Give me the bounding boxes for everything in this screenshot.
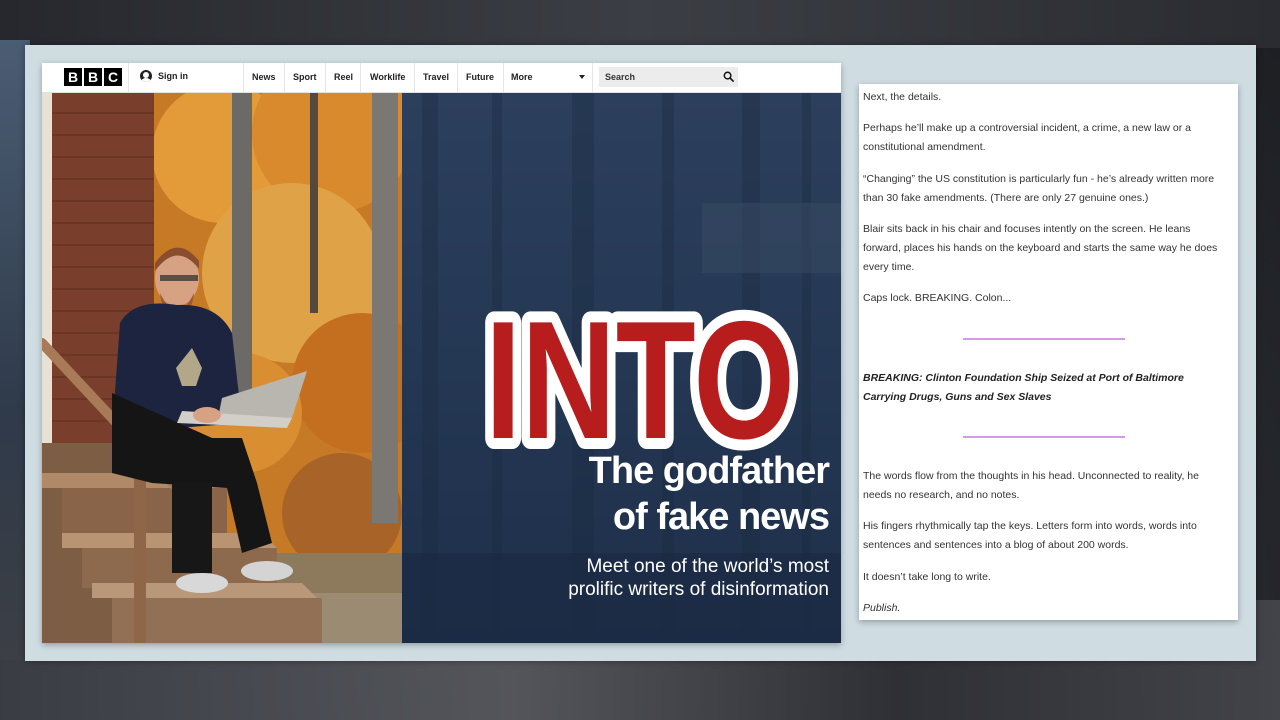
nav-separator [414,63,415,92]
article-paragraph: His fingers rhythmically tap the keys. L… [863,520,1197,551]
chevron-down-icon[interactable] [579,75,585,79]
nav-future[interactable]: Future [466,72,494,82]
article-paragraph: Next, the details. [863,91,942,103]
breaking-headline: BREAKING: Clinton Foundation Ship Seized… [863,372,1184,403]
user-icon [140,70,152,82]
bbc-logo[interactable]: B B C [64,68,122,86]
nav-separator [284,63,285,92]
article-paragraph: Publish. [863,602,901,614]
article-paragraph: It doesn’t take long to write. [863,571,991,583]
hero-subhead: Meet one of the world’s most prolific wr… [568,556,829,600]
article-paragraph: “Changing” the US constitution is partic… [863,173,1215,204]
divider [963,436,1125,438]
nav-travel[interactable]: Travel [423,72,449,82]
background-top [0,0,1280,48]
nav-reel[interactable]: Reel [334,72,353,82]
article-paragraph: Caps lock. BREAKING. Colon... [863,292,1012,304]
porch-scene-illustration [42,93,402,643]
hero-photo [42,93,402,643]
nav-separator [325,63,326,92]
nav-separator [457,63,458,92]
nav-separator [503,63,504,92]
sign-in-label: Sign in [158,71,188,81]
nav-separator [128,63,129,92]
overlay-word-fill: INTO [485,286,795,474]
article-paragraph: The words flow from the thoughts in his … [863,470,1199,501]
search-box [599,67,738,87]
nav-news[interactable]: News [252,72,276,82]
nav-worklife[interactable]: Worklife [370,72,405,82]
article-paragraph: Perhaps he’ll make up a controversial in… [863,122,1191,153]
search-icon[interactable] [723,71,734,82]
nav-more[interactable]: More [511,72,533,82]
bbc-logo-letter: C [104,68,122,86]
divider [963,338,1125,340]
overlay-word-graphic: INTO INTO [474,275,806,485]
article-panel: Next, the details. Perhaps he’ll make up… [859,84,1238,620]
sign-in-link[interactable]: Sign in [140,70,188,82]
search-input[interactable] [605,70,715,84]
bbc-navbar: B B C Sign in News Sport Reel Worklife T… [42,63,841,93]
nav-separator [592,63,593,92]
article-paragraph: Blair sits back in his chair and focuses… [863,223,1218,273]
nav-separator [360,63,361,92]
bbc-logo-letter: B [84,68,102,86]
overlay-word: INTO INTO [472,275,808,485]
nav-sport[interactable]: Sport [293,72,317,82]
nav-separator [243,63,244,92]
bbc-logo-letter: B [64,68,82,86]
